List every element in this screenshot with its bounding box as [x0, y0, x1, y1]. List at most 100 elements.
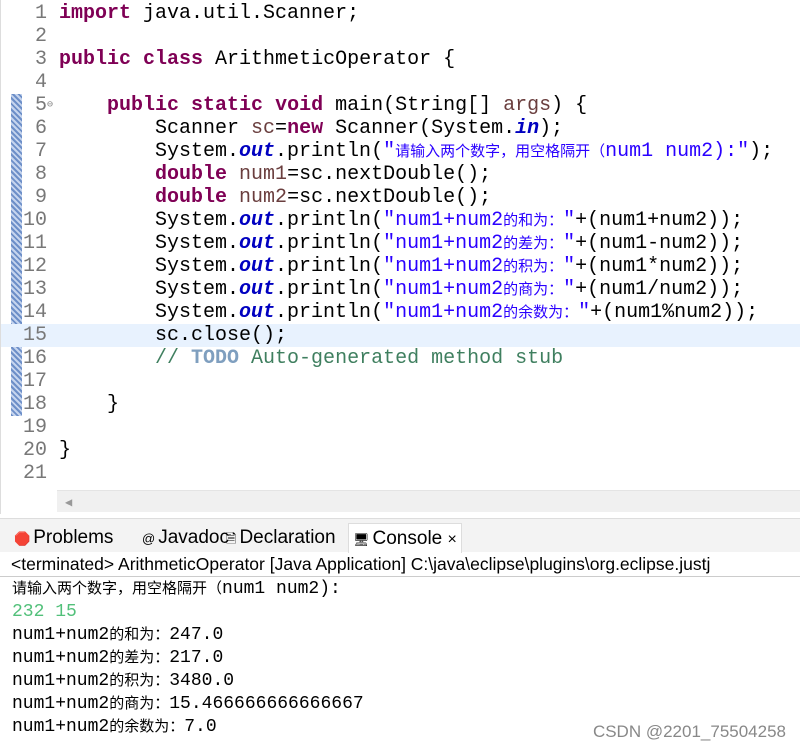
token: System. [59, 255, 240, 278]
line-number: 11 [23, 232, 48, 255]
tab-problems[interactable]: 🛑 Problems [10, 523, 117, 553]
token: num2 [239, 186, 288, 209]
code-text: double num2=sc.nextDouble(); [59, 186, 491, 209]
code-line[interactable]: 3 public class ArithmeticOperator { [1, 48, 800, 71]
label: num1+num2 [12, 671, 110, 691]
code-line[interactable]: 1 import java.util.Scanner; [1, 2, 800, 25]
token: void [275, 94, 324, 117]
label-zh: 的余数为： [109, 719, 185, 736]
token: main(String[] [323, 94, 504, 117]
scroll-left-icon[interactable]: ◀ [65, 495, 72, 510]
code-line[interactable]: 17 [1, 370, 800, 393]
label: num1+num2 [12, 717, 110, 737]
code-line[interactable]: 10 System.out.println("num1+num2的和为："+(n… [1, 209, 800, 232]
token: double [155, 186, 228, 209]
token: ); [539, 117, 564, 140]
code-line[interactable]: 21 [1, 462, 800, 485]
code-line[interactable]: 4 [1, 71, 800, 94]
token: ArithmeticOperator { [203, 48, 456, 71]
token: System. [59, 278, 240, 301]
token: static [191, 94, 264, 117]
value: 217.0 [169, 648, 224, 668]
console-line: 请输入两个数字，用空格隔开（num1 num2): [12, 578, 341, 601]
code-line[interactable]: 19 [1, 416, 800, 439]
token: class [143, 48, 204, 71]
label-zh: 的积为： [109, 673, 170, 690]
javadoc-icon: @ [142, 531, 156, 546]
line-number: 15 [23, 324, 48, 347]
token: = [275, 117, 288, 140]
token: ); [749, 140, 774, 163]
view-tabs: 🛑 Problems @ Javadoc 🗎 Declaration 🖥 Console × [0, 518, 800, 553]
line-number: 8 [34, 163, 47, 186]
fold-icon[interactable]: ⊖ [47, 94, 53, 117]
code-line[interactable]: 11 System.out.println("num1+num2的差为："+(n… [1, 232, 800, 255]
problems-icon: 🛑 [14, 531, 31, 546]
tab-declaration[interactable]: 🗎 Declaration [222, 523, 340, 553]
label-zh: 的商为： [109, 696, 170, 713]
token: } [59, 439, 72, 462]
console-line: num1+num2的商为：15.466666666666667 [12, 693, 364, 716]
value: num1 num2): [222, 579, 341, 599]
token: +(num1%num2)); [590, 301, 759, 324]
code-line[interactable]: 2 [1, 25, 800, 48]
token: out [239, 209, 276, 232]
code-text: sc.close(); [59, 324, 287, 347]
token: ) { [551, 94, 588, 117]
token: java.util.Scanner; [143, 2, 360, 25]
code-line[interactable]: 15 sc.close(); [1, 324, 800, 347]
tab-console[interactable]: 🖥 Console × [348, 523, 462, 553]
line-number: 13 [23, 278, 48, 301]
token: out [239, 255, 276, 278]
tab-label: Console [372, 528, 443, 549]
token: System. [59, 232, 240, 255]
code-text: Scanner sc=new Scanner(System.in); [59, 117, 563, 140]
line-number: 5 [34, 94, 47, 117]
code-text: // TODO Auto-generated method stub [59, 347, 563, 370]
code-line[interactable]: 14 System.out.println("num1+num2的余数为："+(… [1, 301, 800, 324]
label-zh: 的和为： [109, 627, 170, 644]
code-line[interactable]: 7 System.out.println("请输入两个数字，用空格隔开（num1… [1, 140, 800, 163]
code-editor[interactable]: 1 import java.util.Scanner; 2 3 public class… [0, 0, 800, 514]
token: .println( [275, 209, 384, 232]
code-line[interactable]: 20} [1, 439, 800, 462]
line-number: 10 [23, 209, 48, 232]
code-text: System.out.println("num1+num2的商为："+(num1… [59, 278, 743, 302]
token: .println( [275, 278, 384, 301]
code-text: } [59, 393, 119, 416]
token: args [503, 94, 552, 117]
code-line[interactable]: 18 } [1, 393, 800, 416]
tab-label: Declaration [239, 527, 336, 548]
token: =sc.nextDouble(); [287, 186, 492, 209]
label: num1+num2 [12, 625, 110, 645]
value: 7.0 [184, 717, 217, 737]
horizontal-scrollbar[interactable]: ◀ [57, 490, 800, 512]
console-line: num1+num2的积为：3480.0 [12, 670, 234, 693]
token: .println( [275, 232, 384, 255]
token: sc [251, 117, 276, 140]
label: num1+num2 [12, 648, 110, 668]
close-icon[interactable]: × [448, 531, 457, 548]
console-line: num1+num2的和为：247.0 [12, 624, 223, 647]
token: "num1+num2的商为：" [383, 278, 576, 301]
code-line[interactable]: 6 Scanner sc=new Scanner(System.in); [1, 117, 800, 140]
code-line[interactable]: 16 // TODO Auto-generated method stub [1, 347, 800, 370]
token: =sc.nextDouble(); [287, 163, 492, 186]
code-line[interactable]: 8 double num1=sc.nextDouble(); [1, 163, 800, 186]
tab-label: Problems [33, 527, 114, 548]
code-line[interactable]: 9 double num2=sc.nextDouble(); [1, 186, 800, 209]
line-number: 3 [34, 48, 47, 71]
token: new [287, 117, 324, 140]
tab-javadoc[interactable]: @ Javadoc [138, 523, 233, 553]
token: out [239, 278, 276, 301]
code-line[interactable]: 13 System.out.println("num1+num2的商为："+(n… [1, 278, 800, 301]
code-line[interactable]: 12 System.out.println("num1+num2的积为："+(n… [1, 255, 800, 278]
label-zh: 请输入两个数字，用空格隔开（ [12, 581, 223, 598]
code-line[interactable]: 5 ⊖ public static void main(String[] args… [1, 94, 800, 117]
